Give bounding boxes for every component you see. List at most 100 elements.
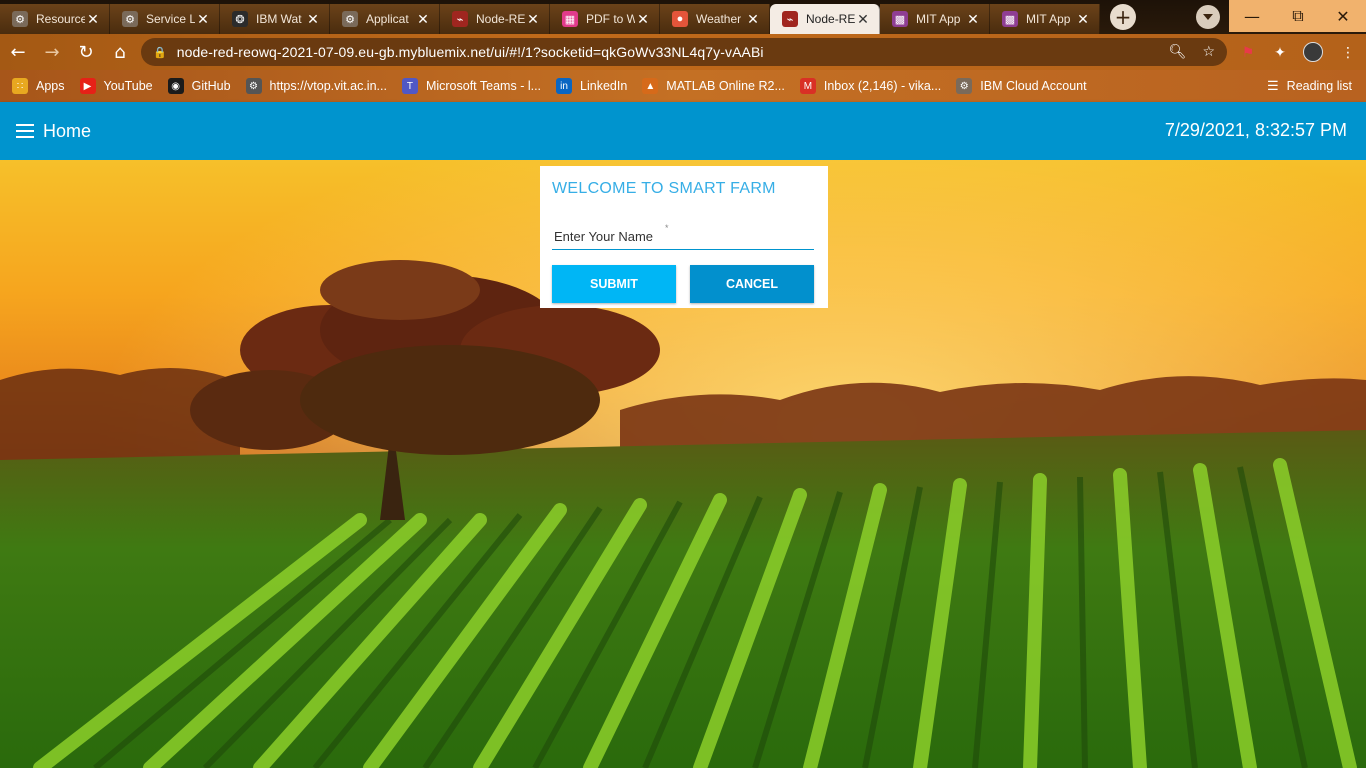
reload-button[interactable]: ↻ [70, 36, 102, 68]
tab-search-button[interactable] [1196, 5, 1220, 29]
bookmark-item[interactable]: T Microsoft Teams - l... [401, 78, 542, 94]
bookmark-label: Inbox (2,146) - vika... [823, 79, 942, 93]
tab-title: MIT App [916, 12, 961, 26]
required-marker: * [665, 223, 669, 233]
bookmark-item[interactable]: M Inbox (2,146) - vika... [799, 78, 942, 94]
name-input[interactable] [552, 229, 814, 244]
tab-title: Weather [696, 12, 742, 26]
bookmark-item[interactable]: ⚙ IBM Cloud Account [956, 78, 1087, 94]
dialog-actions: SUBMIT CANCEL [552, 265, 816, 303]
puzzle-icon[interactable]: ✦ [1271, 44, 1289, 62]
extension-icon[interactable]: ⚑ [1239, 44, 1257, 62]
url-text[interactable]: node-red-reowq-2021-07-09.eu-gb.mybluemi… [177, 44, 1169, 60]
node-red-icon: ⌁ [782, 11, 798, 27]
close-tab-icon[interactable]: ✕ [1075, 11, 1091, 27]
bookmark-star-icon[interactable]: ☆ [1202, 44, 1215, 60]
close-tab-icon[interactable]: ✕ [745, 11, 761, 27]
hamburger-menu-icon[interactable] [16, 124, 34, 138]
submit-button[interactable]: SUBMIT [552, 265, 676, 303]
bookmark-item[interactable]: ◉ GitHub [167, 78, 231, 94]
close-tab-icon[interactable]: ✕ [195, 11, 211, 27]
close-tab-icon[interactable]: ✕ [85, 11, 101, 27]
pdf-icon: ▦ [562, 11, 578, 27]
close-tab-icon[interactable]: ✕ [305, 11, 321, 27]
bookmark-label: IBM Cloud Account [980, 79, 1087, 93]
browser-tab[interactable]: ⚙ Applicat ✕ [330, 4, 440, 34]
name-field: * [552, 223, 814, 250]
back-button[interactable]: ← [2, 36, 34, 68]
browser-tab[interactable]: ● Weather ✕ [660, 4, 770, 34]
address-bar[interactable]: 🔒 node-red-reowq-2021-07-09.eu-gb.myblue… [141, 38, 1227, 66]
kebab-menu-icon[interactable]: ⋮ [1339, 44, 1357, 62]
home-button[interactable]: ⌂ [104, 36, 136, 68]
bookmark-label: Apps [36, 79, 65, 93]
home-icon: ⌂ [114, 41, 126, 63]
gear-icon: ⚙ [956, 78, 973, 94]
bookmark-label: GitHub [191, 79, 231, 93]
cancel-button[interactable]: CANCEL [690, 265, 814, 303]
tab-title: Service L [146, 12, 195, 26]
bookmark-label: Microsoft Teams - l... [425, 79, 542, 93]
apps-grid-icon: ∷ [12, 78, 28, 94]
chevron-down-icon [1203, 14, 1213, 20]
browser-tab[interactable]: ⌁ Node-RE ✕ [440, 4, 550, 34]
profile-avatar[interactable] [1303, 42, 1323, 62]
browser-tab[interactable]: ▦ PDF to W ✕ [550, 4, 660, 34]
bookmark-label: MATLAB Online R2... [666, 79, 785, 93]
close-tab-icon[interactable]: ✕ [525, 11, 541, 27]
lock-icon: 🔒 [153, 45, 167, 59]
vtop-icon: ⚙ [245, 78, 262, 94]
bookmark-label: https://vtop.vit.ac.in... [269, 79, 387, 93]
close-window-button[interactable]: ✕ [1320, 0, 1366, 32]
header-datetime: 7/29/2021, 8:32:57 PM [1164, 120, 1347, 140]
close-tab-icon[interactable]: ✕ [965, 11, 981, 27]
browser-tab-strip: ⚙ Resource ✕ ⚙ Service L ✕ ❂ IBM Wat ✕ ⚙ Applicat ✕… [0, 0, 1366, 34]
page-title: Home [43, 120, 92, 141]
node-red-icon: ⌁ [452, 11, 468, 27]
forward-button[interactable]: → [36, 36, 68, 68]
bookmark-item[interactable]: ∷ Apps [12, 78, 65, 94]
browser-tab[interactable]: ❂ IBM Wat ✕ [220, 4, 330, 34]
youtube-icon: ▶ [79, 78, 96, 94]
bookmark-item[interactable]: ⚙ https://vtop.vit.ac.in... [245, 78, 387, 94]
reload-icon: ↻ [78, 41, 94, 63]
reading-list-icon: ☰ [1267, 78, 1279, 93]
app-header: Home 7/29/2021, 8:32:57 PM [0, 102, 1366, 160]
bookmark-label: LinkedIn [580, 79, 628, 93]
arrow-right-icon: → [44, 41, 60, 63]
browser-tab[interactable]: ▩ MIT App ✕ [880, 4, 990, 34]
close-tab-icon[interactable]: ✕ [855, 11, 871, 27]
reading-list-button[interactable]: ☰ Reading list [1267, 70, 1352, 102]
browser-tab[interactable]: ⚙ Service L ✕ [110, 4, 220, 34]
new-tab-button[interactable]: + [1110, 4, 1136, 30]
tab-title: Applicat [366, 12, 409, 26]
minimize-button[interactable]: — [1229, 0, 1275, 32]
weather-icon: ● [672, 11, 688, 27]
gear-icon: ⚙ [122, 11, 138, 27]
tab-list: ⚙ Resource ✕ ⚙ Service L ✕ ❂ IBM Wat ✕ ⚙ Applicat ✕… [0, 0, 1136, 34]
gmail-icon: M [799, 78, 816, 94]
zoom-icon[interactable]: 🔍︎ [1169, 44, 1187, 60]
bookmark-label: YouTube [103, 79, 153, 93]
browser-tab[interactable]: ▩ MIT App ✕ [990, 4, 1100, 34]
bee-icon: ❂ [232, 11, 248, 27]
welcome-dialog: WELCOME TO SMART FARM * SUBMIT CANCEL [540, 166, 828, 308]
bookmark-item[interactable]: in LinkedIn [556, 78, 627, 94]
bookmark-item[interactable]: ▲ MATLAB Online R2... [642, 78, 785, 94]
reading-list-label: Reading list [1286, 79, 1352, 93]
matlab-icon: ▲ [642, 78, 659, 94]
tab-title: Resource [36, 12, 85, 26]
linkedin-icon: in [556, 78, 573, 94]
bookmarks-bar: ∷ Apps ▶ YouTube ◉ GitHub ⚙ https://vtop.vit.ac… [0, 70, 1366, 102]
browser-tab[interactable]: ⌁ Node-RE ✕ [770, 4, 880, 34]
close-tab-icon[interactable]: ✕ [415, 11, 431, 27]
browser-tab[interactable]: ⚙ Resource ✕ [0, 4, 110, 34]
gear-icon: ⚙ [342, 11, 358, 27]
bookmark-list: ∷ Apps ▶ YouTube ◉ GitHub ⚙ https://vtop.vit.ac… [12, 78, 1102, 94]
gear-icon: ⚙ [12, 11, 28, 27]
restore-button[interactable]: ⧉ [1275, 0, 1321, 32]
bookmark-item[interactable]: ▶ YouTube [79, 78, 153, 94]
arrow-left-icon: ← [10, 41, 26, 63]
tab-title: Node-RE [476, 12, 525, 26]
close-tab-icon[interactable]: ✕ [635, 11, 651, 27]
